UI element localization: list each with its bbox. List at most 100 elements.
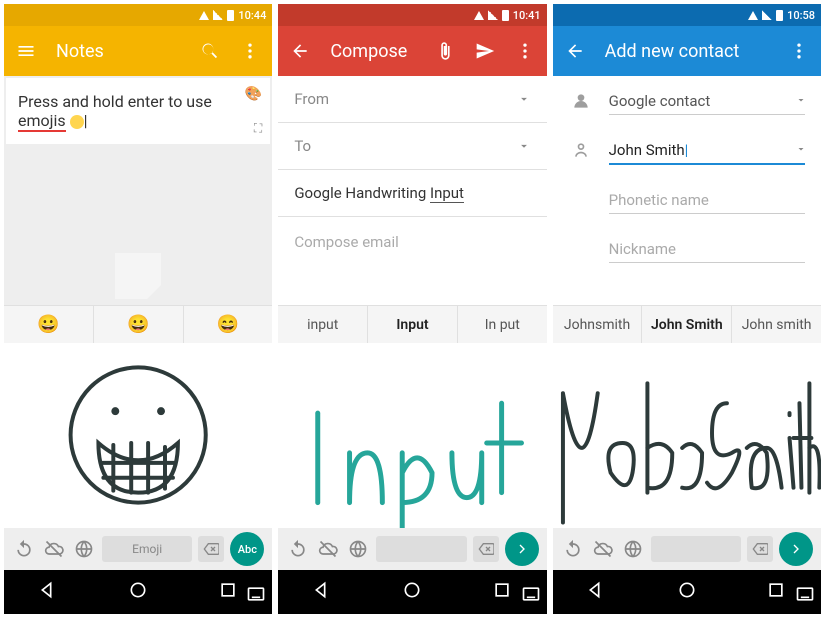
nickname-field[interactable]: Nickname [609,234,805,263]
clock: 10:44 [238,9,266,22]
keyboard-toolbar [553,528,821,570]
backspace-icon[interactable] [198,536,224,562]
spacebar[interactable]: Emoji [102,536,192,562]
status-bar: 10:58 [553,4,821,26]
next-button[interactable] [779,532,813,566]
phonetic-field[interactable]: Phonetic name [609,185,805,214]
overflow-icon[interactable] [240,41,260,61]
compose-content: From To Google Handwriting Input Compose… [278,76,546,305]
cloud-off-icon[interactable] [591,537,615,561]
suggestion-bar: input Input In put [278,305,546,343]
emoji-icon [70,115,84,129]
subject-field[interactable]: Google Handwriting Input [278,170,546,217]
keyboard-toolbar [278,528,546,570]
battery-icon [502,10,509,21]
globe-icon[interactable] [346,537,370,561]
mode-button[interactable]: Abc [230,532,264,566]
search-icon[interactable] [200,41,220,61]
phone-notes: 10:44 Notes Press and hold enter to use … [4,4,272,614]
status-bar: 10:44 [4,4,272,26]
backspace-icon[interactable] [747,536,773,562]
globe-icon[interactable] [72,537,96,561]
recents-icon[interactable] [492,580,512,604]
cursor: | [84,111,88,130]
globe-icon[interactable] [621,537,645,561]
ime-icon[interactable] [246,584,262,600]
back-icon[interactable] [39,580,59,604]
back-arrow-icon[interactable] [290,41,310,61]
dropdown-icon [795,92,805,102]
send-icon[interactable] [475,41,495,61]
name-row[interactable]: John Smith| [553,125,821,175]
suggestion-3[interactable]: John smith [732,306,821,343]
from-field[interactable]: From [278,76,546,123]
chevron-down-icon[interactable] [795,141,805,151]
recents-icon[interactable] [766,580,786,604]
menu-icon[interactable] [16,41,36,61]
spacebar[interactable] [651,536,741,562]
phone-contacts: 10:58 Add new contact Google contact Joh… [553,4,821,614]
suggestion-bar: Johnsmith John Smith John smith [553,305,821,343]
home-icon[interactable] [402,580,422,604]
home-icon[interactable] [677,580,697,604]
attach-icon[interactable] [435,41,455,61]
status-bar: 10:41 [278,4,546,26]
overflow-icon[interactable] [789,41,809,61]
undo-icon[interactable] [561,537,585,561]
overflow-icon[interactable] [515,41,535,61]
chevron-down-icon [517,92,531,106]
note-placeholder-icon [115,253,161,299]
suggestion-2[interactable]: 😀 [94,306,184,343]
undo-icon[interactable] [286,537,310,561]
fullscreen-icon[interactable]: ⛶ [254,121,262,136]
signal-icon [474,11,484,20]
next-button[interactable] [505,532,539,566]
app-title: Add new contact [605,41,769,62]
back-arrow-icon[interactable] [565,41,585,61]
suggestion-1[interactable]: input [278,306,368,343]
back-icon[interactable] [587,580,607,604]
chevron-down-icon [517,139,531,153]
handwriting-canvas[interactable] [553,343,821,528]
phonetic-row[interactable]: Phonetic name [553,175,821,224]
body-field[interactable]: Compose email [278,217,546,267]
signal-icon [199,11,209,20]
keyboard-toolbar: Emoji Abc [4,528,272,570]
account-row[interactable]: Google contact [553,76,821,125]
to-field[interactable]: To [278,123,546,170]
clock: 10:58 [787,9,815,22]
app-bar: Compose [278,26,546,76]
handwriting-canvas[interactable] [278,343,546,528]
person-icon [569,140,593,160]
cloud-off-icon[interactable] [42,537,66,561]
suggestion-1[interactable]: Johnsmith [553,306,643,343]
suggestion-2[interactable]: John Smith [642,306,732,343]
back-icon[interactable] [313,580,333,604]
app-title: Compose [330,41,414,62]
recents-icon[interactable] [218,580,238,604]
suggestion-1[interactable]: 😀 [4,306,94,343]
name-field[interactable]: John Smith| [609,135,805,165]
note-line2: emojis [18,111,66,132]
suggestion-3[interactable]: In put [458,306,547,343]
backspace-icon[interactable] [473,536,499,562]
notes-content: Press and hold enter to use emojis | 🎨 ⛶ [4,76,272,305]
suggestion-3[interactable]: 😄 [184,306,273,343]
suggestion-2[interactable]: Input [368,306,458,343]
nickname-row[interactable]: Nickname [553,224,821,273]
cell-icon [213,10,223,20]
ime-icon[interactable] [521,584,537,600]
cloud-off-icon[interactable] [316,537,340,561]
account-field[interactable]: Google contact [609,86,805,115]
undo-icon[interactable] [12,537,36,561]
palette-icon[interactable]: 🎨 [245,86,262,102]
suggestion-bar: 😀 😀 😄 [4,305,272,343]
handwriting-canvas[interactable] [4,343,272,528]
app-title: Notes [56,41,180,62]
note-card[interactable]: Press and hold enter to use emojis | 🎨 ⛶ [6,78,270,144]
nav-bar [553,570,821,614]
spacebar[interactable] [376,536,466,562]
nav-bar [4,570,272,614]
ime-icon[interactable] [795,584,811,600]
home-icon[interactable] [128,580,148,604]
